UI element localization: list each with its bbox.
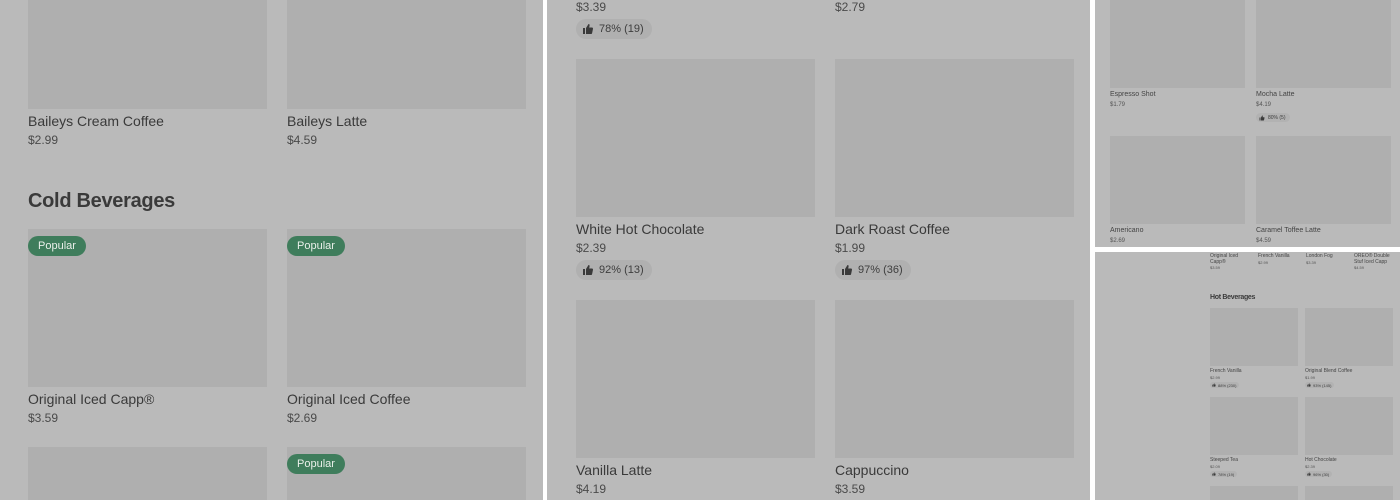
item-image[interactable] (576, 300, 815, 458)
item-name[interactable]: Baileys Cream Coffee (28, 113, 164, 129)
rating-pill: 80% (5) (1256, 113, 1290, 122)
item-image[interactable] (28, 447, 267, 500)
item-name[interactable]: Original Blend Coffee (1305, 368, 1352, 374)
item-price: $1.99 (1305, 375, 1316, 380)
item-price: $4.19 (1256, 102, 1272, 108)
item-name[interactable]: Original Iced Capp® (28, 391, 154, 407)
popular-badge: Popular (287, 236, 345, 256)
item-name[interactable]: Dark Roast Coffee (835, 221, 950, 237)
item-name[interactable]: Cappuccino (835, 462, 909, 478)
item-price: $2.99 (28, 133, 59, 147)
item-name[interactable]: Vanilla Latte (576, 462, 652, 478)
thumbs-up-icon (1307, 472, 1311, 476)
thumbs-up-icon (1307, 383, 1311, 387)
item-name[interactable]: Mocha Latte (1256, 91, 1295, 98)
item-name[interactable]: London Fog (1306, 253, 1333, 259)
item-name[interactable]: Original Iced Capp® (1210, 253, 1250, 265)
item-name[interactable]: Caramel Toffee Latte (1256, 227, 1321, 234)
item-price: $1.79 (1110, 102, 1126, 108)
thumbs-up-icon (841, 264, 853, 276)
item-image[interactable] (287, 0, 526, 109)
menu-panel-hot-items: $3.39 $2.79 78% (19) White Hot Chocolate… (547, 0, 1090, 500)
item-name[interactable]: White Hot Chocolate (576, 221, 704, 237)
item-image[interactable] (1305, 308, 1393, 366)
item-image[interactable] (1210, 486, 1298, 500)
rating-text: 97% (36) (858, 264, 903, 276)
item-name[interactable]: Baileys Latte (287, 113, 367, 129)
rating-text: 78% (19) (599, 23, 644, 35)
section-title: Hot Beverages (1210, 294, 1256, 301)
rating-pill: 78% (19) (576, 19, 652, 39)
rating-text: 78% (19) (1218, 471, 1235, 477)
item-price: $2.39 (576, 241, 607, 255)
item-price: $3.39 (576, 0, 607, 14)
rating-pill: 97% (36) (835, 260, 911, 280)
item-image[interactable] (835, 59, 1074, 217)
item-image[interactable] (835, 300, 1074, 458)
item-price: $3.59 (28, 411, 59, 425)
item-image[interactable] (1110, 0, 1245, 88)
item-price: $2.09 (1210, 464, 1221, 469)
item-name[interactable]: Americano (1110, 227, 1143, 234)
section-title: Cold Beverages (28, 190, 175, 212)
item-price: $2.79 (835, 0, 866, 14)
item-price: $3.59 (835, 482, 866, 496)
item-name[interactable]: French Vanilla (1258, 253, 1290, 259)
rating-text: 88% (230) (1218, 382, 1237, 388)
item-price: $2.69 (1110, 238, 1126, 244)
item-image[interactable] (1305, 486, 1393, 500)
rating-pill: 78% (19) (1210, 471, 1238, 477)
thumbs-up-icon (1212, 383, 1216, 387)
rating-pill: 93% (145) (1305, 382, 1335, 388)
item-price: $3.59 (1210, 265, 1221, 270)
thumbs-up-icon (1259, 115, 1265, 121)
item-price: $1.99 (835, 241, 866, 255)
item-image[interactable] (1210, 397, 1298, 455)
item-price: $4.59 (1256, 238, 1272, 244)
item-price: $2.99 (1258, 260, 1269, 265)
item-price: $2.99 (1210, 375, 1221, 380)
item-price: $4.19 (576, 482, 607, 496)
rating-text: 80% (5) (1268, 114, 1286, 121)
item-image[interactable] (1210, 308, 1298, 366)
thumbs-up-icon (582, 23, 594, 35)
rating-text: 96% (30) (1313, 471, 1330, 477)
item-price: $2.39 (1305, 464, 1316, 469)
rating-text: 93% (145) (1313, 382, 1332, 388)
rating-text: 92% (13) (599, 264, 644, 276)
item-price: $4.59 (1354, 265, 1365, 270)
item-price: $2.69 (287, 411, 318, 425)
popular-badge: Popular (287, 454, 345, 474)
item-image[interactable] (1256, 0, 1391, 88)
item-image[interactable] (1305, 397, 1393, 455)
item-name[interactable]: Hot Chocolate (1305, 457, 1337, 463)
item-name[interactable]: French Vanilla (1210, 368, 1242, 374)
item-price: $3.39 (1306, 260, 1317, 265)
item-image[interactable] (1110, 136, 1245, 224)
item-image[interactable] (576, 59, 815, 217)
thumbs-up-icon (582, 264, 594, 276)
item-image[interactable] (28, 0, 267, 109)
item-name[interactable]: Espresso Shot (1110, 91, 1156, 98)
thumbs-up-icon (1212, 472, 1216, 476)
menu-panel-cold-beverages: Baileys Cream Coffee $2.99 Baileys Latte… (0, 0, 543, 500)
item-name[interactable]: Original Iced Coffee (287, 391, 410, 407)
popular-badge: Popular (28, 236, 86, 256)
rating-pill: 92% (13) (576, 260, 652, 280)
item-image[interactable] (1256, 136, 1391, 224)
menu-panel-hot-beverages: Original Iced Capp® $3.59 French Vanilla… (1095, 252, 1400, 500)
rating-pill: 96% (30) (1305, 471, 1333, 477)
menu-panel-espresso: Espresso Shot $1.79 Mocha Latte $4.19 80… (1095, 0, 1400, 247)
item-name[interactable]: Steeped Tea (1210, 457, 1238, 463)
item-price: $4.59 (287, 133, 318, 147)
rating-pill: 88% (230) (1210, 382, 1240, 388)
item-name[interactable]: OREO® Double Stuf Iced Capp (1354, 253, 1396, 265)
